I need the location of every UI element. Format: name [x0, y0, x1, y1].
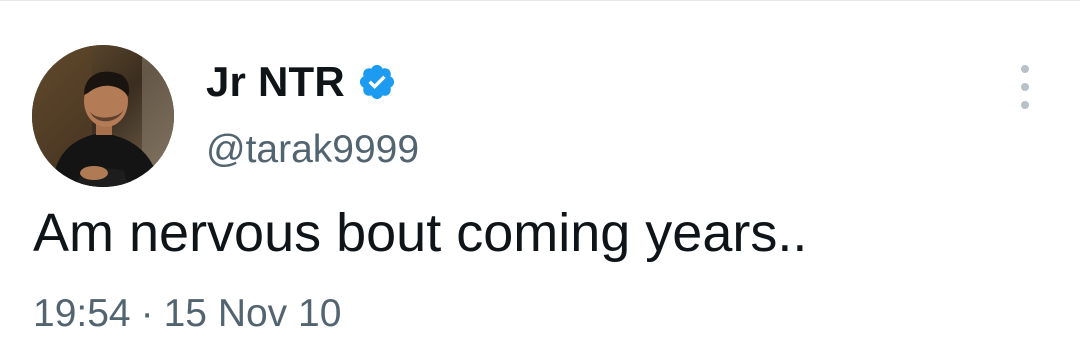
username-handle[interactable]: @tarak9999: [206, 127, 419, 173]
more-options-icon[interactable]: [1010, 65, 1040, 109]
meta-separator: ·: [140, 292, 154, 335]
dot: [1021, 83, 1029, 91]
author-row: Jr NTR: [206, 59, 397, 105]
tweet-date: 15 Nov 10: [163, 292, 342, 335]
display-name[interactable]: Jr NTR: [206, 59, 345, 105]
profile-photo: [32, 45, 174, 187]
tweet-card[interactable]: Jr NTR @tarak9999 Am nervous bout coming…: [0, 0, 1080, 360]
tweet-time: 19:54: [33, 292, 131, 335]
dot: [1021, 101, 1029, 109]
avatar[interactable]: [32, 45, 174, 187]
dot: [1021, 65, 1029, 73]
tweet-text: Am nervous bout coming years..: [33, 203, 808, 263]
tweet-timestamp[interactable]: 19:54 · 15 Nov 10: [33, 291, 341, 337]
verified-badge-icon: [359, 64, 394, 100]
